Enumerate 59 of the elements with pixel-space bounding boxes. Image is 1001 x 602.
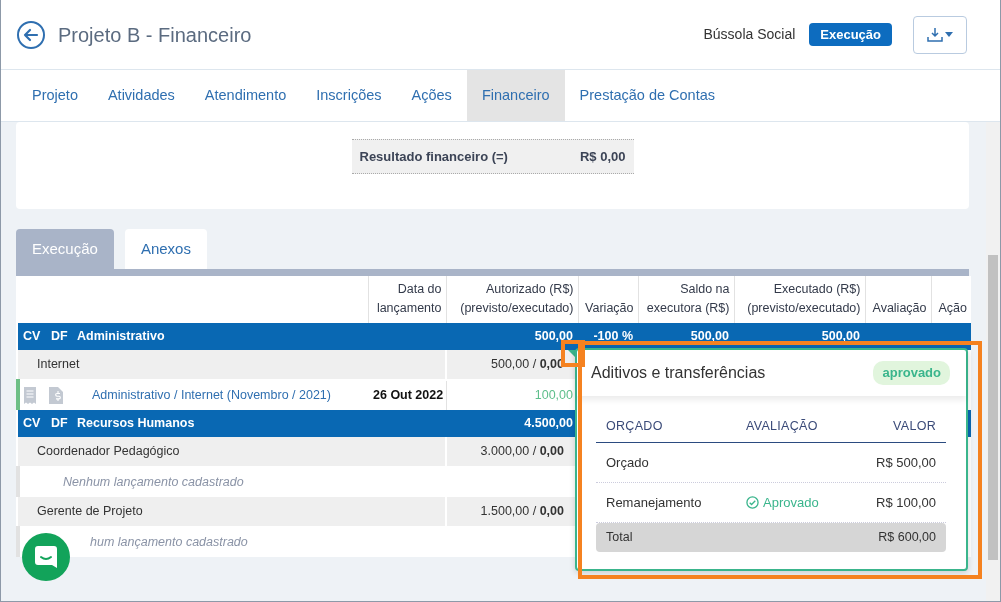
table-cell-text: Remanejamento [605,493,703,512]
column-header: ORÇADO [605,417,664,435]
table-cell: 26 Out 2022 [368,379,446,410]
status-badge: Execução [809,22,892,47]
total-label: Total [605,529,634,547]
document-icon[interactable] [49,386,63,404]
column-header: Autorizado (R$) (previsto/executado) [446,276,578,323]
empty-message: hum lançamento cadastrado [46,526,446,557]
table-cell-text: R$ 100,00 [875,493,937,512]
nav-tab[interactable]: Financeiro [466,70,565,121]
empty-message: Nenhum lançamento cadastrado [46,466,446,497]
chat-button[interactable] [22,533,70,581]
table-cell: Coordenador Pedagógico [18,436,446,467]
chat-icon [34,545,58,569]
column-header: Executado (R$) (previsto/executado) [734,276,865,323]
table-cell: CV [18,322,46,350]
nav-tab[interactable]: Ações [396,70,467,121]
table-cell: 4.500,00 [446,409,578,437]
group-name: Recursos Humanos [72,409,368,437]
summary-label: Resultado financeiro (=) [359,147,508,166]
nav-tab[interactable]: Prestação de Contas [564,70,730,121]
table-cell: 3.000,00 / 0,00 [446,436,578,467]
organization-name: Bússola Social [703,25,796,44]
caret-icon [945,32,953,37]
table-cell: DF [46,409,72,437]
nav-tab[interactable]: Projeto [17,70,93,121]
group-name: Administrativo [72,322,368,350]
popover-title: Aditivos e transferências [591,363,766,383]
table-cell-text: R$ 500,00 [875,453,937,472]
nav-tab[interactable]: Atendimento [189,70,302,121]
column-header: AVALIAÇÃO [746,417,819,435]
column-header: Data do lançamento [368,276,446,323]
column-header: Ação [931,276,971,323]
table-cell-text: Orçado [605,453,650,472]
table-cell: DF [46,322,72,350]
column-header: VALOR [892,417,937,435]
section-tab[interactable]: Anexos [124,229,207,269]
table-cell: 1.500,00 / 0,00 [446,496,578,527]
entry-link[interactable]: Administrativo / Internet (Novembro / 2021) [92,387,331,402]
table-cell: CV [18,409,46,437]
download-button[interactable] [913,15,967,54]
check-circle-icon [746,496,759,509]
receipt-icon[interactable] [23,386,37,404]
table-cell: Internet [18,349,446,380]
column-header: Saldo na executora (R$) [638,276,734,323]
page-title: Projeto B - Financeiro [58,22,252,48]
table-cell: 500,00 [446,322,578,350]
status-badge: aprovado [873,361,950,385]
download-icon [927,26,943,43]
back-icon[interactable] [16,19,46,50]
column-header: Variação [578,276,638,323]
scrollbar[interactable] [986,122,1000,601]
column-header: Avaliação [865,276,931,323]
nav-tab[interactable]: Inscrições [301,70,397,121]
total-value: R$ 600,00 [877,529,937,547]
nav-tab[interactable]: Atividades [92,70,190,121]
summary-value: R$ 0,00 [579,147,626,166]
table-cell: Gerente de Projeto [18,496,446,527]
evaluation-status: Aprovado [763,493,819,512]
